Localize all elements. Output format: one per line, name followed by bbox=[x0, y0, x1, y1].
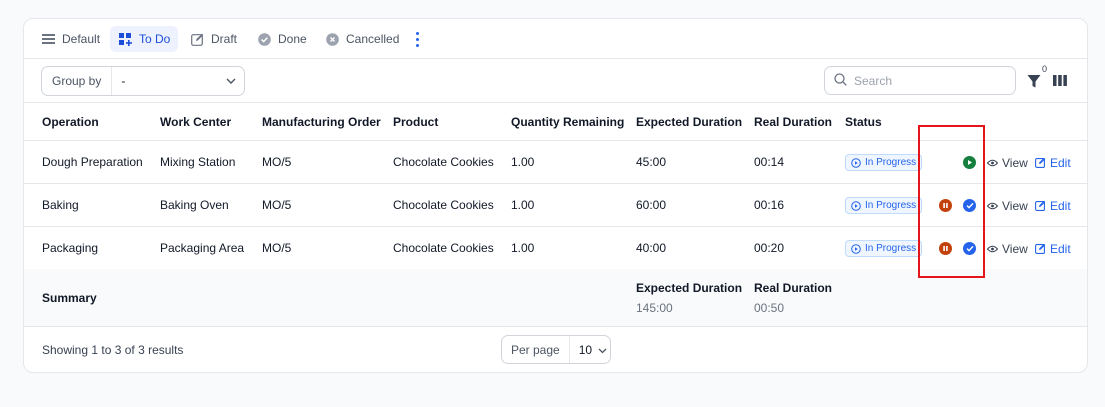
operation-cell: Baking bbox=[42, 198, 79, 212]
highlight-box bbox=[918, 125, 985, 278]
summary-expected-value: 145:00 bbox=[636, 301, 673, 315]
edit-label: Edit bbox=[1050, 198, 1071, 213]
edit-label: Edit bbox=[1050, 241, 1071, 256]
summary-real-label: Real Duration bbox=[754, 281, 833, 295]
column-header[interactable]: Quantity Remaining bbox=[511, 103, 624, 141]
per-page-value: 10 bbox=[578, 342, 593, 357]
operation-cell: Packaging bbox=[42, 241, 99, 255]
filter-icon[interactable] bbox=[1027, 74, 1043, 90]
view-tabs: Default To Do Draft Done Cancelled bbox=[24, 19, 1087, 59]
columns-icon[interactable] bbox=[1053, 74, 1069, 90]
edit-icon bbox=[1035, 157, 1046, 168]
real-duration-cell: 00:20 bbox=[754, 241, 785, 255]
check-circle-icon bbox=[257, 32, 271, 46]
column-header[interactable]: Manufacturing Order bbox=[262, 103, 381, 141]
view-button[interactable]: View bbox=[987, 227, 1028, 270]
search-icon bbox=[834, 72, 847, 89]
column-header[interactable]: Expected Duration bbox=[636, 103, 742, 141]
column-header[interactable]: Work Center bbox=[160, 103, 231, 141]
summary-title: Summary bbox=[42, 291, 97, 305]
chevron-down-icon bbox=[218, 78, 244, 84]
tab-cancelled[interactable]: Cancelled bbox=[317, 26, 407, 52]
x-circle-icon bbox=[325, 32, 339, 46]
play-circle-icon bbox=[851, 157, 861, 168]
tab-draft[interactable]: Draft bbox=[182, 26, 245, 52]
view-label: View bbox=[1002, 155, 1028, 170]
view-label: View bbox=[1002, 198, 1028, 213]
real-duration-cell: 00:16 bbox=[754, 198, 785, 212]
summary-expected: Expected Duration 145:00 bbox=[636, 281, 742, 315]
qty-cell: 1.00 bbox=[511, 241, 535, 255]
expected-duration-cell: 45:00 bbox=[636, 155, 667, 169]
eye-icon bbox=[987, 202, 998, 209]
status-label: In Progress bbox=[865, 200, 917, 211]
edit-icon bbox=[190, 32, 204, 46]
summary-real: Real Duration 00:50 bbox=[754, 281, 832, 315]
status-badge: In Progress bbox=[845, 240, 923, 257]
column-header[interactable]: Status bbox=[845, 103, 882, 141]
edit-button[interactable]: Edit bbox=[1035, 227, 1071, 270]
view-button[interactable]: View bbox=[987, 141, 1028, 184]
column-header[interactable]: Real Duration bbox=[754, 103, 832, 141]
table-footer: Showing 1 to 3 of 3 results Per page 10 bbox=[24, 327, 1087, 372]
play-circle-icon bbox=[851, 243, 861, 254]
search-box bbox=[824, 66, 1016, 95]
todo-icon bbox=[118, 32, 132, 46]
column-header[interactable]: Operation bbox=[42, 103, 99, 141]
status-label: In Progress bbox=[865, 157, 917, 168]
eye-icon bbox=[987, 245, 998, 252]
expected-duration-cell: 40:00 bbox=[636, 241, 667, 255]
product-cell: Chocolate Cookies bbox=[393, 155, 494, 169]
edit-button[interactable]: Edit bbox=[1035, 184, 1071, 227]
play-circle-icon bbox=[851, 200, 861, 211]
tab-to-do[interactable]: To Do bbox=[110, 26, 179, 52]
per-page-label: Per page bbox=[502, 336, 570, 363]
tab-label: Cancelled bbox=[346, 32, 400, 46]
mo-cell: MO/5 bbox=[262, 198, 292, 212]
eye-icon bbox=[987, 159, 998, 166]
tab-default[interactable]: Default bbox=[33, 26, 108, 52]
mo-cell: MO/5 bbox=[262, 241, 292, 255]
group-by-value: - bbox=[121, 74, 126, 88]
view-button[interactable]: View bbox=[987, 184, 1028, 227]
product-cell: Chocolate Cookies bbox=[393, 198, 494, 212]
view-label: View bbox=[1002, 241, 1028, 256]
product-cell: Chocolate Cookies bbox=[393, 241, 494, 255]
tab-label: Draft bbox=[211, 32, 238, 46]
filter-count: 0 bbox=[1042, 64, 1048, 74]
group-by-label: Group by bbox=[42, 67, 113, 95]
work-center-cell: Baking Oven bbox=[160, 198, 229, 212]
results-count: Showing 1 to 3 of 3 results bbox=[42, 343, 184, 357]
chevron-down-icon bbox=[598, 343, 607, 357]
summary-expected-label: Expected Duration bbox=[636, 281, 743, 295]
group-by-select[interactable]: Group by - bbox=[41, 66, 245, 96]
list-icon bbox=[41, 32, 55, 46]
toolbar: Group by - 0 bbox=[24, 59, 1087, 103]
more-tabs-icon[interactable] bbox=[412, 30, 422, 48]
work-center-cell: Packaging Area bbox=[160, 241, 245, 255]
expected-duration-cell: 60:00 bbox=[636, 198, 667, 212]
search-input[interactable] bbox=[854, 73, 1004, 88]
edit-icon bbox=[1035, 243, 1046, 254]
column-header[interactable]: Product bbox=[393, 103, 438, 141]
tab-label: Default bbox=[62, 32, 101, 46]
qty-cell: 1.00 bbox=[511, 198, 535, 212]
mo-cell: MO/5 bbox=[262, 155, 292, 169]
tab-done[interactable]: Done bbox=[249, 26, 315, 52]
status-badge: In Progress bbox=[845, 197, 923, 214]
edit-icon bbox=[1035, 200, 1046, 211]
status-badge: In Progress bbox=[845, 154, 923, 171]
edit-button[interactable]: Edit bbox=[1035, 141, 1071, 184]
per-page-select[interactable]: Per page 10 bbox=[501, 335, 611, 364]
work-center-cell: Mixing Station bbox=[160, 155, 236, 169]
tab-label: To Do bbox=[139, 32, 171, 46]
status-label: In Progress bbox=[865, 243, 917, 254]
qty-cell: 1.00 bbox=[511, 155, 535, 169]
summary-real-value: 00:50 bbox=[754, 301, 785, 315]
tab-label: Done bbox=[278, 32, 307, 46]
real-duration-cell: 00:14 bbox=[754, 155, 785, 169]
edit-label: Edit bbox=[1050, 155, 1071, 170]
operation-cell: Dough Preparation bbox=[42, 155, 143, 169]
